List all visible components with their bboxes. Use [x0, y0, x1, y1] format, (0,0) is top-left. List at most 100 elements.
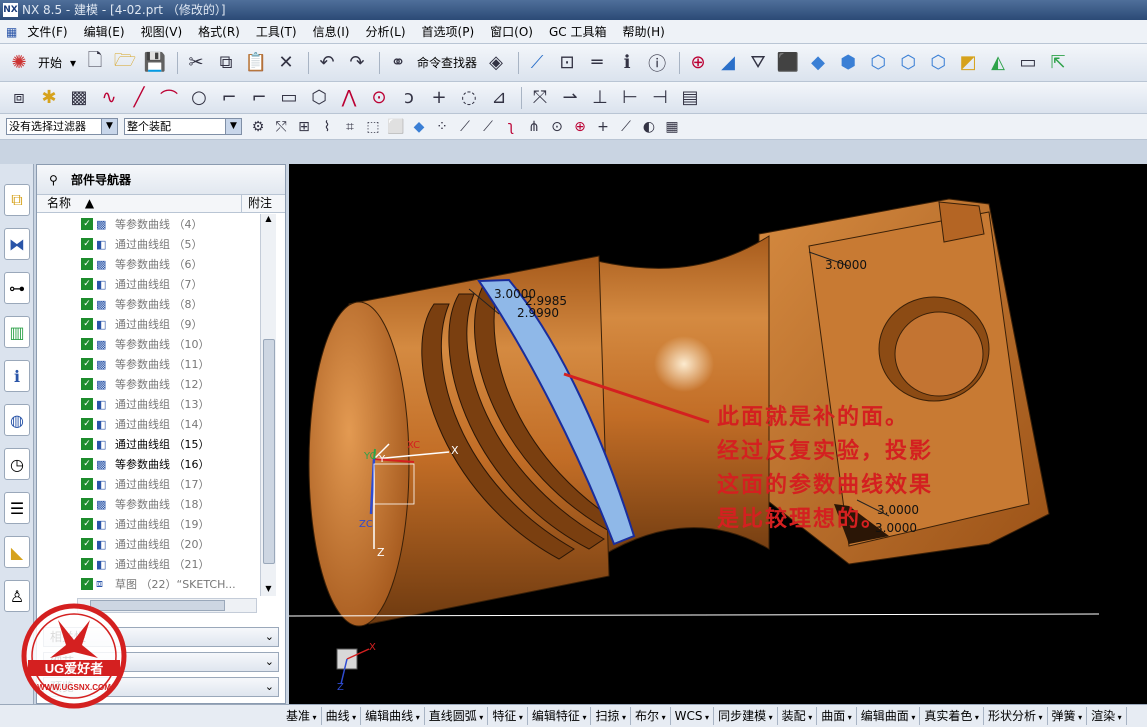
shaded-icon[interactable]: ⛛	[745, 50, 771, 76]
scope-select[interactable]: 整个装配 ▼	[124, 118, 242, 135]
paste-icon[interactable]: 📋	[243, 50, 269, 76]
feature-row[interactable]: ✓ ▩ 等参数曲线 （8）	[37, 294, 259, 314]
mirror-icon[interactable]: ⤧	[527, 85, 553, 111]
section-view-icon[interactable]: ◩	[955, 50, 981, 76]
feature-row[interactable]: ✓ ◧ 通过曲线组 （19）	[37, 514, 259, 534]
vertical-toolbar-icon[interactable]: ⇱	[1045, 50, 1071, 76]
check-icon[interactable]: ✓	[81, 458, 93, 470]
check-icon[interactable]: ✓	[81, 438, 93, 450]
check-icon[interactable]: ✓	[81, 318, 93, 330]
start-icon[interactable]: ✺	[6, 50, 32, 76]
toolbar-tab[interactable]: 曲面 ▾	[817, 707, 857, 725]
feature-row[interactable]: ✓ ◧ 通过曲线组 （20）	[37, 534, 259, 554]
profile-icon[interactable]: ∿	[96, 85, 122, 111]
control-point-icon[interactable]: ʅ	[501, 117, 521, 137]
type-filter-select[interactable]: 没有选择过滤器 ▼	[6, 118, 118, 135]
new-file-icon[interactable]: 🗋	[82, 50, 108, 76]
toolbar-tab[interactable]: 布尔 ▾	[631, 707, 671, 725]
arc-icon[interactable]: ⌒	[156, 85, 182, 111]
check-icon[interactable]: ✓	[81, 238, 93, 250]
chevron-down-icon[interactable]: ⌄	[265, 678, 274, 696]
check-icon[interactable]: ✓	[81, 358, 93, 370]
conic-icon[interactable]: ↄ	[396, 85, 422, 111]
chevron-down-icon[interactable]: ⌄	[265, 628, 274, 646]
check-icon[interactable]: ✓	[81, 218, 93, 230]
check-icon[interactable]: ✓	[81, 338, 93, 350]
feature-row[interactable]: ✓ ▩ 等参数曲线 （10）	[37, 334, 259, 354]
palette-icon[interactable]: ◣	[4, 536, 30, 568]
toolbar-tab[interactable]: 曲线 ▾	[322, 707, 362, 725]
feature-row[interactable]: ✓ ◧ 通过曲线组 （9）	[37, 314, 259, 334]
menu-item[interactable]: 格式(R)	[190, 22, 248, 42]
delete-icon[interactable]: ✕	[273, 50, 299, 76]
curve-rule-icon[interactable]: ⌇	[317, 117, 337, 137]
chamfer-icon[interactable]: ⌐	[246, 85, 272, 111]
toolbar-tab[interactable]: 直线圆弧 ▾	[425, 707, 489, 725]
circle-icon[interactable]: ○	[186, 85, 212, 111]
redo-icon[interactable]: ↷	[344, 50, 370, 76]
toolbar-tab[interactable]: 扫掠 ▾	[591, 707, 632, 725]
assembly-select-icon[interactable]: ⚙	[248, 117, 268, 137]
end-point-icon[interactable]: ⟋	[455, 117, 475, 137]
vertical-scrollbar[interactable]: ▲ ▼	[260, 214, 276, 596]
feature-row[interactable]: ✓ ▩ 等参数曲线 （11）	[37, 354, 259, 374]
menu-item[interactable]: GC 工具箱	[541, 22, 615, 42]
feature-row[interactable]: ✓ ▩ 等参数曲线 （6）	[37, 254, 259, 274]
toolbar-tab[interactable]: 装配 ▾	[778, 707, 818, 725]
sketch-tool-icon[interactable]: ⟋	[524, 50, 550, 76]
check-icon[interactable]: ✓	[81, 538, 93, 550]
check-icon[interactable]: ✓	[81, 498, 93, 510]
check-icon[interactable]: ✓	[81, 518, 93, 530]
extend-icon[interactable]: ⇀	[557, 85, 583, 111]
fillet-icon[interactable]: ⌐	[216, 85, 242, 111]
chevron-down-icon[interactable]: ⌄	[265, 653, 274, 671]
point-icon[interactable]: +	[426, 85, 452, 111]
toolbar-tab[interactable]: 特征 ▾	[488, 707, 528, 725]
check-icon[interactable]: ✓	[81, 398, 93, 410]
cut-icon[interactable]: ✂	[183, 50, 209, 76]
check-icon[interactable]: ✓	[81, 578, 93, 590]
solid-select-icon[interactable]: ◆	[409, 117, 429, 137]
pattern-icon[interactable]: ▩	[66, 85, 92, 111]
web-browser-icon[interactable]: ℹ	[4, 360, 30, 392]
select-feature-icon[interactable]: ◈	[483, 50, 509, 76]
feature-row[interactable]: ✓ ◧ 通过曲线组 （7）	[37, 274, 259, 294]
intersection-icon[interactable]: ⋔	[524, 117, 544, 137]
render-style-icon[interactable]: ◢	[715, 50, 741, 76]
toolbar-tab[interactable]: 编辑曲线 ▾	[361, 707, 425, 725]
pin-icon[interactable]: ⚲	[49, 165, 58, 195]
snap-icon[interactable]: ⊞	[294, 117, 314, 137]
cube-right-icon[interactable]: ⬡	[865, 50, 891, 76]
snap-point-icon[interactable]: ⁘	[432, 117, 452, 137]
box-select-icon[interactable]: ⬚	[363, 117, 383, 137]
scroll-up-icon[interactable]: ▲	[261, 214, 276, 226]
clock-icon[interactable]: ◷	[4, 448, 30, 480]
check-icon[interactable]: ✓	[81, 418, 93, 430]
polygon-icon[interactable]: ⬡	[306, 85, 332, 111]
sketch-icon[interactable]: ⧈	[6, 85, 32, 111]
face-rule-icon[interactable]: ⌗	[340, 117, 360, 137]
orient-view-icon[interactable]: ⊕	[685, 50, 711, 76]
toolbar-tab[interactable]: 基准 ▾	[282, 707, 322, 725]
cube-view-icon[interactable]: ⬛	[775, 50, 801, 76]
toolbar-tab[interactable]: WCS ▾	[671, 707, 715, 725]
copy-icon[interactable]: ⧉	[213, 50, 239, 76]
check-icon[interactable]: ✓	[81, 478, 93, 490]
background-color-icon[interactable]: ▭	[1015, 50, 1041, 76]
grid-icon[interactable]: ▦	[662, 117, 682, 137]
cube-wire-icon[interactable]: ⬡	[925, 50, 951, 76]
open-folder-icon[interactable]: 🗁	[112, 50, 138, 76]
menu-item[interactable]: 帮助(H)	[614, 22, 672, 42]
assembly-navigator-icon[interactable]: ⧉	[4, 184, 30, 216]
scrollbar-thumb[interactable]	[263, 339, 275, 564]
dimension-icon[interactable]: ⊢	[617, 85, 643, 111]
line-icon[interactable]: ╱	[126, 85, 152, 111]
trim-icon[interactable]: ⊿	[486, 85, 512, 111]
feature-row[interactable]: ✓ ▩ 等参数曲线 （12）	[37, 374, 259, 394]
cube-top-icon[interactable]: ⬢	[835, 50, 861, 76]
part-navigator-icon[interactable]: ⊶	[4, 272, 30, 304]
scroll-down-icon[interactable]: ▼	[261, 584, 276, 596]
check-icon[interactable]: ✓	[81, 258, 93, 270]
feature-select-icon[interactable]: ⤲	[271, 117, 291, 137]
feature-row[interactable]: ✓ ◧ 通过曲线组 （13）	[37, 394, 259, 414]
